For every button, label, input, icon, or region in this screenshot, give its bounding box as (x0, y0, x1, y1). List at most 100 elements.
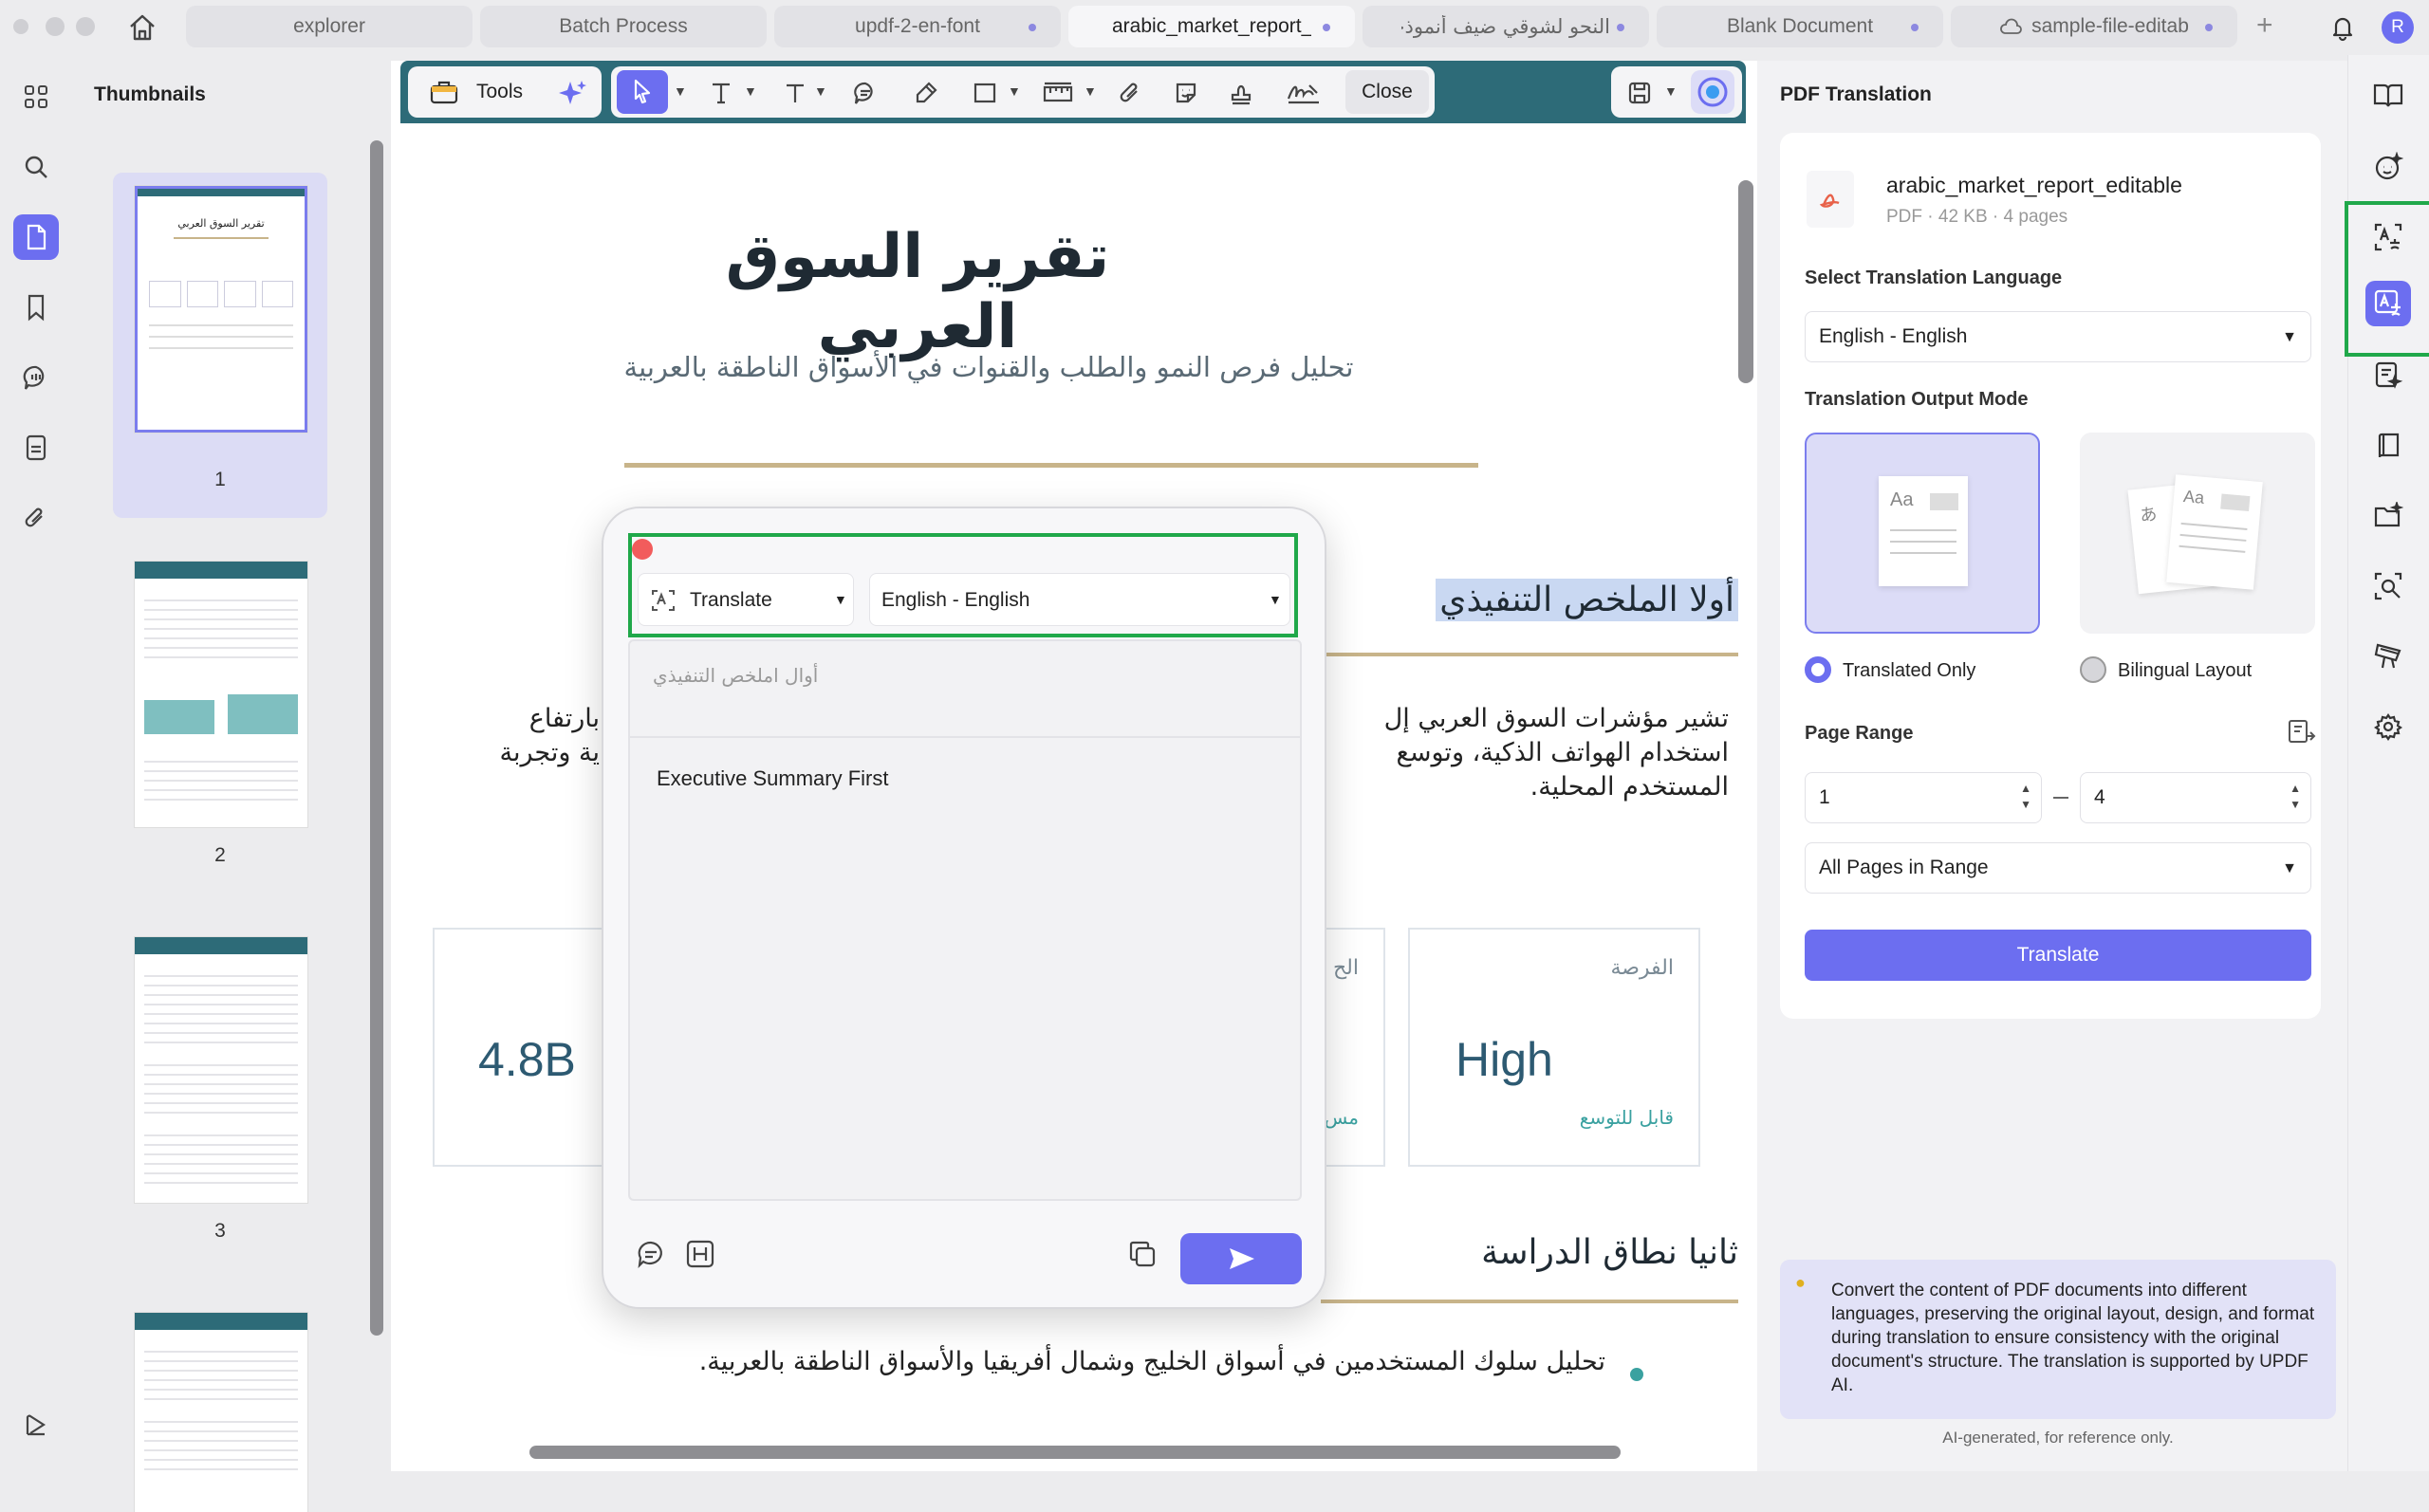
lightbulb-icon: ● (1795, 1273, 1806, 1292)
pdf-file-icon (1807, 171, 1854, 228)
text-cursor-icon[interactable] (708, 80, 734, 106)
copy-icon[interactable] (1127, 1239, 1158, 1269)
radio-translated-only[interactable] (1805, 656, 1831, 683)
tools-group: Tools (408, 66, 602, 118)
stamp-icon[interactable] (1228, 80, 1254, 106)
paperclip-icon[interactable] (1118, 80, 1144, 106)
page-number-label: 3 (214, 1220, 226, 1242)
scan-search-icon[interactable] (2365, 563, 2411, 609)
form-ai-icon[interactable] (2365, 353, 2411, 398)
chevron-down-icon: ▼ (834, 592, 847, 607)
tab-explorer[interactable]: explorer (186, 6, 473, 47)
thumbnail-page-4[interactable] (135, 1313, 307, 1512)
left-tool-rail (0, 55, 72, 1471)
chevron-down-icon[interactable]: ▼ (814, 83, 827, 99)
avatar[interactable]: R (2382, 11, 2414, 44)
select-tool-button[interactable] (617, 70, 668, 114)
sticker-icon[interactable] (1173, 80, 1199, 106)
unsaved-dot (2205, 24, 2213, 31)
unsaved-dot (1617, 24, 1624, 31)
heading-format-icon[interactable] (685, 1239, 715, 1269)
page-to-input[interactable]: 4 ▲ ▼ (2080, 772, 2311, 823)
radio-translated-only-label: Translated Only (1843, 660, 1976, 681)
translate-mode-select[interactable]: Translate ▼ (638, 573, 854, 626)
chevron-down-icon: ▼ (1269, 592, 1282, 607)
mode-card-bilingual[interactable]: あ Aa (2080, 433, 2315, 634)
new-tab-button[interactable]: + (2256, 9, 2273, 42)
translation-language-select[interactable]: English - English ▼ (1805, 311, 2311, 362)
send-icon (1230, 1248, 1254, 1269)
settings-gear-icon[interactable] (2365, 704, 2411, 749)
source-text: أوال املخص التنفيذي (653, 664, 819, 687)
pdf-translation-icon[interactable] (2365, 281, 2411, 326)
comments-icon[interactable] (13, 355, 59, 400)
tab-updf-2-en-font[interactable]: updf-2-en-font (774, 6, 1061, 47)
radio-bilingual[interactable] (2080, 656, 2106, 683)
thumbnail-page-2[interactable] (135, 562, 307, 827)
chevron-down-icon[interactable]: ▼ (1008, 83, 1021, 99)
page-from-input[interactable]: 1 ▲ ▼ (1805, 772, 2042, 823)
thumbnails-scrollbar[interactable] (370, 140, 383, 1336)
pages-icon[interactable] (13, 425, 59, 470)
apps-grid-icon[interactable] (13, 74, 59, 120)
search-icon[interactable] (13, 144, 59, 190)
measure-icon[interactable] (1042, 80, 1074, 106)
select-language-label: Select Translation Language (1805, 267, 2063, 288)
sidebar-toggle-icon[interactable] (13, 1402, 59, 1447)
chevron-down-icon[interactable]: ▼ (744, 83, 757, 99)
text-box-icon[interactable] (782, 80, 808, 106)
attachment-icon[interactable] (13, 495, 59, 541)
document-horizontal-scrollbar[interactable] (529, 1446, 1621, 1459)
signature-icon[interactable] (1285, 80, 1323, 106)
translation-settings-card: arabic_market_report_editable PDF · 42 K… (1780, 133, 2321, 1019)
window-close-button[interactable] (13, 19, 28, 34)
range-option-select[interactable]: All Pages in Range ▼ (1805, 842, 2311, 894)
updf-ai-icon[interactable] (1691, 70, 1734, 114)
presentation-icon[interactable] (2365, 634, 2411, 679)
thumbnail-page-3[interactable] (135, 937, 307, 1203)
bullet-dot (1630, 1368, 1643, 1381)
folder-ai-icon[interactable] (2365, 493, 2411, 539)
stepper-icon[interactable]: ▲ ▼ (2020, 781, 2031, 813)
chevron-down-icon[interactable]: ▼ (674, 83, 687, 99)
tab-blank-document[interactable]: Blank Document (1657, 6, 1943, 47)
bookmark-icon[interactable] (13, 285, 59, 330)
highlighter-icon[interactable] (913, 80, 939, 106)
chat-bubble-icon[interactable] (636, 1239, 666, 1269)
chevron-down-icon[interactable]: ▼ (1664, 83, 1678, 99)
mode-card-translated-only[interactable]: Aa (1805, 433, 2040, 634)
document-vertical-scrollbar[interactable] (1738, 180, 1753, 383)
page-range-swap-icon[interactable] (2287, 717, 2317, 747)
home-icon[interactable] (127, 12, 158, 43)
window-minimize-button[interactable] (46, 17, 65, 36)
thumbnail-page-1[interactable]: تقرير السوق العربي (135, 186, 307, 433)
tab-batch-process[interactable]: Batch Process (480, 6, 767, 47)
body-fragment-left-2: ية وتجربة (499, 738, 600, 767)
tab-arabic-grammar[interactable]: النحو لشوقي ضيف أنموذجا (1363, 6, 1649, 47)
translate-button[interactable]: Translate (1805, 930, 2311, 981)
chevron-down-icon[interactable]: ▼ (1084, 83, 1097, 99)
save-icon[interactable] (1626, 80, 1653, 106)
info-text: Convert the content of PDF documents int… (1831, 1281, 2315, 1395)
ai-assistant-icon[interactable] (2365, 144, 2411, 190)
stepper-icon[interactable]: ▲ ▼ (2290, 781, 2301, 813)
gold-divider (624, 463, 1478, 468)
window-zoom-button[interactable] (76, 17, 95, 36)
popup-language-select[interactable]: English - English ▼ (869, 573, 1290, 626)
tools-button[interactable]: Tools (476, 81, 523, 103)
send-button[interactable] (1180, 1233, 1302, 1284)
rectangle-icon[interactable] (972, 80, 998, 106)
tab-arabic-market-report[interactable]: arabic_market_report_ (1068, 6, 1355, 47)
reader-book-icon[interactable] (2365, 72, 2411, 118)
book-icon[interactable] (2365, 423, 2411, 469)
translation-text-area[interactable]: أوال املخص التنفيذي Executive Summary Fi… (628, 639, 1302, 1201)
thumbnails-icon[interactable] (13, 214, 59, 260)
ocr-translate-icon[interactable] (2365, 214, 2411, 260)
close-toolbar-button[interactable]: Close (1345, 70, 1429, 114)
bell-icon[interactable] (2328, 13, 2357, 42)
tab-sample-file[interactable]: sample-file-editab (1951, 6, 2237, 47)
comment-icon[interactable] (852, 80, 879, 106)
tab-bar: explorer Batch Process updf-2-en-font ar… (0, 0, 2429, 55)
ai-sparkle-icon[interactable] (558, 78, 588, 108)
section1-body-line1: تشير مؤشرات السوق العربي إل (1383, 704, 1729, 733)
